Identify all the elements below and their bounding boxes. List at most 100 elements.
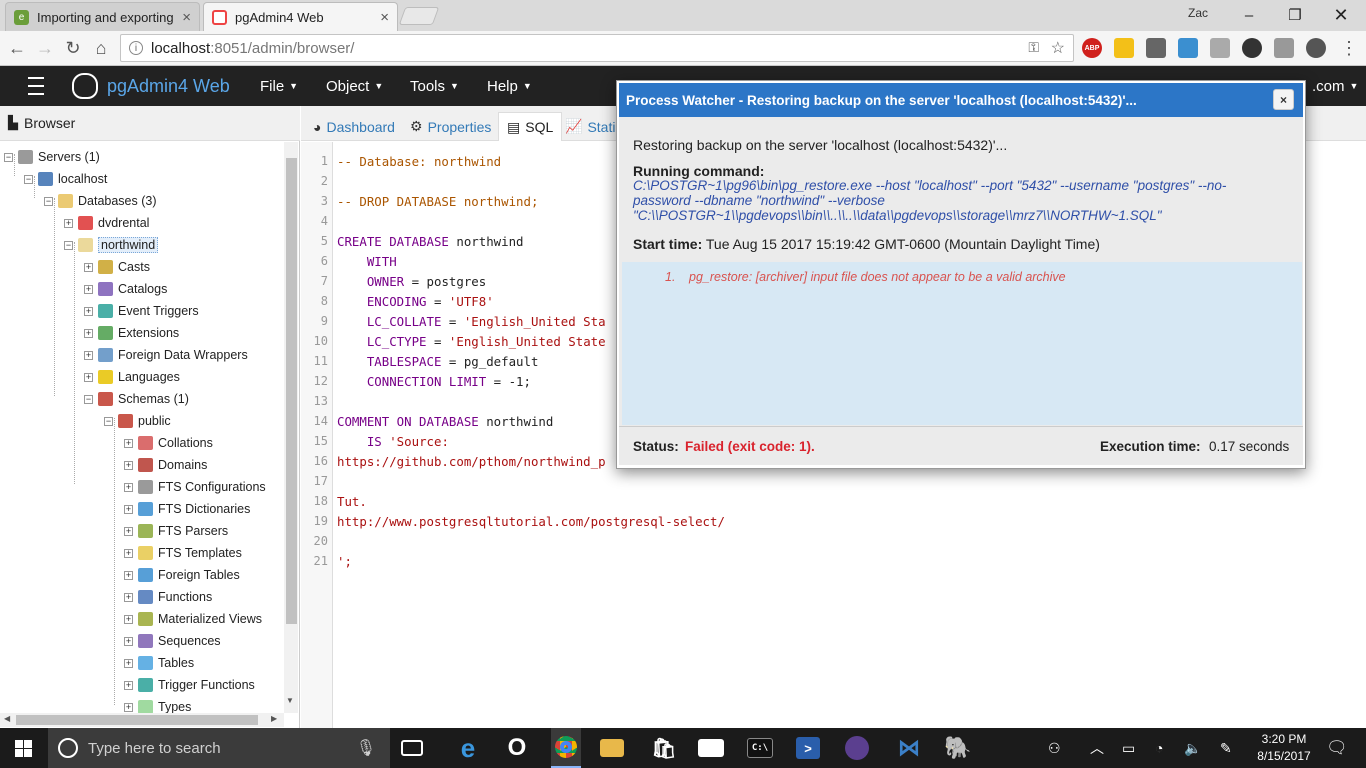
expand-icon[interactable]: + [124, 482, 133, 492]
collapse-icon[interactable]: − [4, 152, 13, 162]
tree-scroll-thumb[interactable] [286, 158, 297, 624]
code-line[interactable]: http://www.postgresqltutorial.com/postgr… [337, 514, 725, 529]
collapse-icon[interactable]: − [104, 416, 113, 426]
tree-item-functions[interactable]: + Functions [124, 586, 212, 608]
pen-icon[interactable]: ✎ [1220, 728, 1232, 768]
collapse-icon[interactable]: − [84, 394, 93, 404]
forward-icon[interactable]: → [32, 35, 58, 61]
tree-item-collations[interactable]: + Collations [124, 432, 213, 454]
powershell-icon[interactable]: > [796, 737, 820, 759]
expand-icon[interactable]: + [84, 372, 93, 382]
code-line[interactable]: '; [337, 554, 352, 569]
address-bar[interactable]: i localhost:8051/admin/browser/ ⚿ ☆ [120, 34, 1074, 62]
wifi-icon[interactable]: ◔ [1155, 728, 1163, 768]
edge-icon[interactable]: e [453, 733, 483, 763]
home-icon[interactable]: ⌂ [88, 35, 114, 61]
tree-item-servers[interactable]: − Servers (1) [4, 146, 100, 168]
expand-icon[interactable]: + [124, 702, 133, 712]
tree-item-fts-parsers[interactable]: + FTS Parsers [124, 520, 228, 542]
opera-icon[interactable]: O [502, 734, 532, 762]
code-line[interactable]: LC_CTYPE = 'English_United State [337, 334, 606, 349]
system-clock[interactable]: 3:20 PM 8/15/2017 [1254, 731, 1314, 765]
tree-item-fts-dictionaries[interactable]: + FTS Dictionaries [124, 498, 250, 520]
scroll-left-arrow-icon[interactable]: ◀ [4, 714, 10, 723]
code-line[interactable]: WITH [337, 254, 397, 269]
tree-item-event-triggers[interactable]: + Event Triggers [84, 300, 199, 322]
expand-icon[interactable]: + [124, 460, 133, 470]
scroll-down-arrow-icon[interactable]: ▼ [286, 696, 294, 705]
extension-icon[interactable] [1210, 38, 1230, 58]
tree-item-sequences[interactable]: + Sequences [124, 630, 221, 652]
expand-icon[interactable]: + [84, 306, 93, 316]
expand-icon[interactable]: + [124, 438, 133, 448]
code-line[interactable]: TABLESPACE = pg_default [337, 354, 539, 369]
tab-properties[interactable]: ⚙ Properties [402, 112, 499, 141]
tree-item-localhost[interactable]: − localhost [24, 168, 107, 190]
hamburger-icon[interactable] [28, 77, 44, 95]
menu-tools[interactable]: Tools ▼ [410, 66, 459, 106]
tree-item-foreign-data-wrappers[interactable]: + Foreign Data Wrappers [84, 344, 248, 366]
process-log[interactable]: 1. pg_restore: [archiver] input file doe… [622, 262, 1302, 425]
eclipse-icon[interactable] [845, 736, 869, 760]
expand-icon[interactable]: + [124, 570, 133, 580]
code-line[interactable]: IS 'Source: [337, 434, 449, 449]
back-icon[interactable]: ← [4, 35, 30, 61]
expand-icon[interactable]: + [124, 548, 133, 558]
expand-icon[interactable]: + [84, 328, 93, 338]
file-explorer-icon[interactable] [600, 739, 624, 757]
code-line[interactable]: OWNER = postgres [337, 274, 486, 289]
tree-item-casts[interactable]: + Casts [84, 256, 150, 278]
close-icon[interactable]: × [1273, 89, 1294, 110]
browser-tab[interactable]: e Importing and exporting × [5, 2, 200, 31]
expand-icon[interactable]: + [124, 592, 133, 602]
volume-icon[interactable]: 🔈 [1184, 728, 1201, 768]
code-line[interactable]: CREATE DATABASE northwind [337, 234, 524, 249]
expand-icon[interactable]: + [64, 218, 73, 228]
info-icon[interactable]: i [129, 41, 143, 55]
reload-icon[interactable]: ↻ [60, 35, 86, 61]
collapse-icon[interactable]: − [24, 174, 33, 184]
expand-icon[interactable]: + [124, 614, 133, 624]
tab-sql[interactable]: ▤ SQL [498, 112, 563, 141]
expand-icon[interactable]: + [124, 504, 133, 514]
mail-icon[interactable] [698, 739, 724, 757]
new-tab-button[interactable] [398, 7, 440, 25]
code-line[interactable]: -- DROP DATABASE northwind; [337, 194, 538, 209]
menu-file[interactable]: File ▼ [260, 66, 298, 106]
tree-item-trigger-functions[interactable]: + Trigger Functions [124, 674, 255, 696]
close-tab-icon[interactable]: × [380, 9, 389, 26]
tree-item-schemas[interactable]: − Schemas (1) [84, 388, 189, 410]
chrome-menu-icon[interactable]: ⋮ [1336, 35, 1362, 61]
tree-item-types[interactable]: + Types [124, 696, 191, 713]
maximize-icon[interactable]: ❐ [1272, 0, 1318, 30]
tree-item-catalogs[interactable]: + Catalogs [84, 278, 167, 300]
code-line[interactable]: LC_COLLATE = 'English_United Sta [337, 314, 606, 329]
collapse-icon[interactable]: − [64, 240, 73, 250]
chrome-taskbar-button[interactable] [551, 728, 581, 768]
extension-icon[interactable] [1274, 38, 1294, 58]
expand-icon[interactable]: + [124, 658, 133, 668]
tree-item-fts-templates[interactable]: + FTS Templates [124, 542, 242, 564]
expand-icon[interactable]: + [124, 526, 133, 536]
extension-icon[interactable] [1146, 38, 1166, 58]
tree-item-fts-configurations[interactable]: + FTS Configurations [124, 476, 266, 498]
code-line[interactable]: Tut. [337, 494, 367, 509]
tray-chevron-icon[interactable]: ︿ [1090, 728, 1104, 768]
visual-studio-code-icon[interactable]: ⋈ [894, 734, 924, 762]
tree-item-northwind[interactable]: − northwind [64, 234, 159, 256]
expand-icon[interactable]: + [84, 350, 93, 360]
tab-dashboard[interactable]: ◕ Dashboard [305, 112, 403, 141]
extension-icon[interactable] [1242, 38, 1262, 58]
profile-name[interactable]: Zac [1188, 6, 1208, 20]
store-icon[interactable]: 🛍 [649, 734, 679, 762]
scroll-right-arrow-icon[interactable]: ▶ [271, 714, 277, 723]
tree-item-public[interactable]: − public [104, 410, 171, 432]
tree-item-foreign-tables[interactable]: + Foreign Tables [124, 564, 240, 586]
tree-item-tables[interactable]: + Tables [124, 652, 194, 674]
code-line[interactable]: -- Database: northwind [337, 154, 501, 169]
extension-icon[interactable] [1306, 38, 1326, 58]
expand-icon[interactable]: + [124, 680, 133, 690]
code-line[interactable]: https://github.com/pthom/northwind_p [337, 454, 606, 469]
tree-item-materialized-views[interactable]: + Materialized Views [124, 608, 262, 630]
tree-item-dvdrental[interactable]: + dvdrental [64, 212, 149, 234]
